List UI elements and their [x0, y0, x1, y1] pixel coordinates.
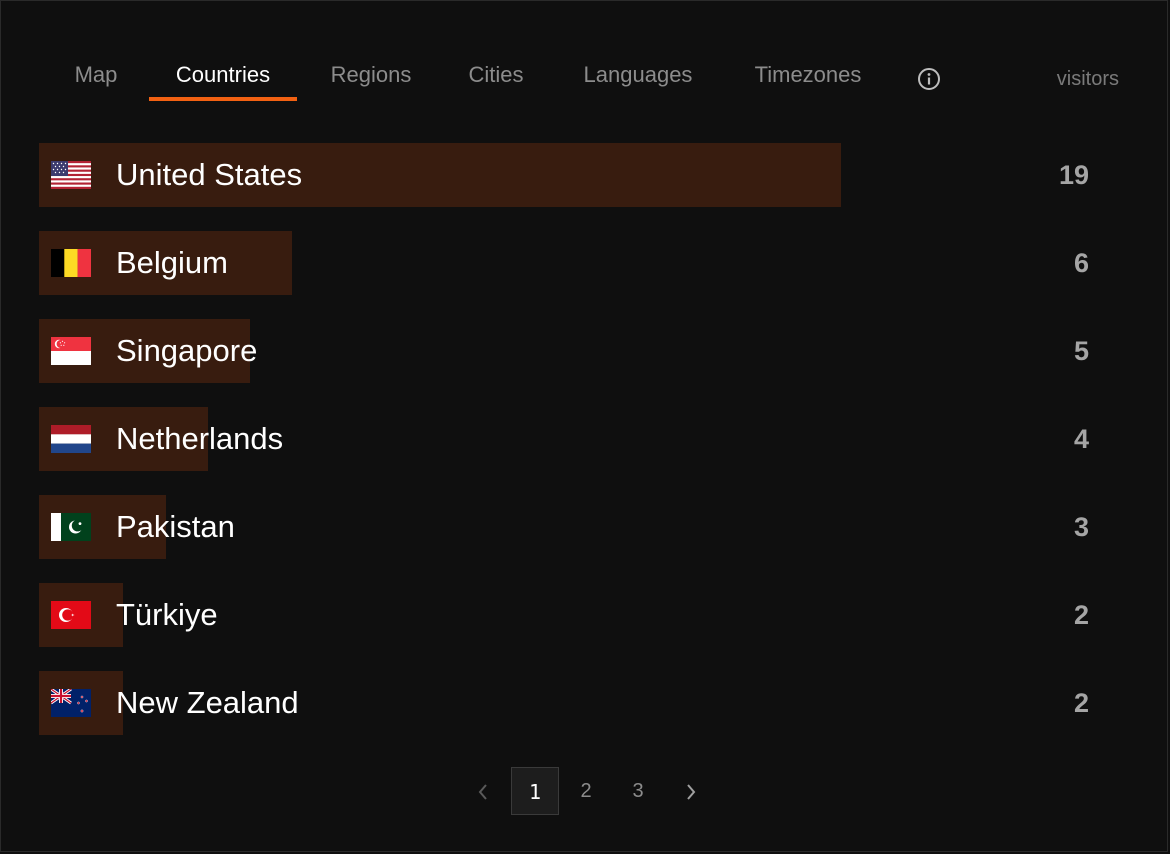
visitor-count: 6: [1073, 248, 1089, 278]
tab-label: Timezones: [754, 62, 862, 87]
list-item[interactable]: United States 19: [39, 143, 1099, 207]
tab-underline: [149, 97, 297, 101]
flag-sg-icon: [51, 337, 91, 365]
prev-page-button[interactable]: [459, 767, 507, 815]
tab-map[interactable]: Map: [59, 59, 133, 101]
visitor-count: 4: [1073, 424, 1089, 454]
visitors-column-header: visitors: [1056, 68, 1119, 90]
list-item[interactable]: Pakistan 3: [39, 495, 1099, 559]
flag-nz-icon: [51, 689, 91, 717]
chevron-left-icon: [478, 784, 487, 800]
visitor-count: 3: [1073, 512, 1089, 542]
page-1-button[interactable]: 1: [511, 767, 559, 815]
flag-pk-icon: [51, 513, 91, 541]
tab-label: Countries: [175, 62, 271, 87]
visitor-count: 2: [1073, 688, 1089, 718]
tab-timezones[interactable]: Timezones: [735, 59, 881, 101]
tab-label: Languages: [583, 62, 693, 87]
country-name: Singapore: [116, 333, 258, 368]
page-3-button[interactable]: 3: [614, 767, 662, 815]
chevron-right-icon: [687, 784, 696, 800]
page-2-button[interactable]: 2: [562, 767, 610, 815]
pagination: 1 2 3: [1, 767, 1169, 815]
list-item[interactable]: Belgium 6: [39, 231, 1099, 295]
flag-nl-icon: [51, 425, 91, 453]
flag-us-icon: [51, 161, 91, 189]
country-name: Belgium: [116, 245, 228, 280]
tab-regions[interactable]: Regions: [313, 59, 429, 101]
country-name: Netherlands: [116, 421, 284, 456]
countries-panel: Map Countries Regions Cities Languages T…: [0, 0, 1168, 852]
visitor-count: 2: [1073, 600, 1089, 630]
visitor-count: 5: [1073, 336, 1089, 366]
country-name: United States: [116, 157, 303, 192]
next-page-button[interactable]: [667, 767, 715, 815]
list-item[interactable]: Singapore 5: [39, 319, 1099, 383]
list-item[interactable]: New Zealand 2: [39, 671, 1099, 735]
country-name: Pakistan: [116, 509, 235, 544]
visitor-count: 19: [1058, 160, 1089, 190]
list-item[interactable]: Türkiye 2: [39, 583, 1099, 647]
tab-bar: Map Countries Regions Cities Languages T…: [1, 1, 1169, 101]
country-name: Türkiye: [116, 597, 218, 632]
list-item[interactable]: Netherlands 4: [39, 407, 1099, 471]
tab-label: Regions: [330, 62, 412, 87]
tab-cities[interactable]: Cities: [451, 59, 541, 101]
country-name: New Zealand: [116, 685, 299, 720]
info-circle-icon[interactable]: [917, 67, 941, 91]
flag-tr-icon: [51, 601, 91, 629]
tab-languages[interactable]: Languages: [563, 59, 713, 101]
country-list: United States 19 Belgium 6 Singapore 5 N…: [39, 143, 1099, 759]
tab-countries[interactable]: Countries: [149, 59, 297, 101]
flag-be-icon: [51, 249, 91, 277]
tab-label: Map: [74, 62, 118, 87]
tab-label: Cities: [468, 62, 524, 87]
